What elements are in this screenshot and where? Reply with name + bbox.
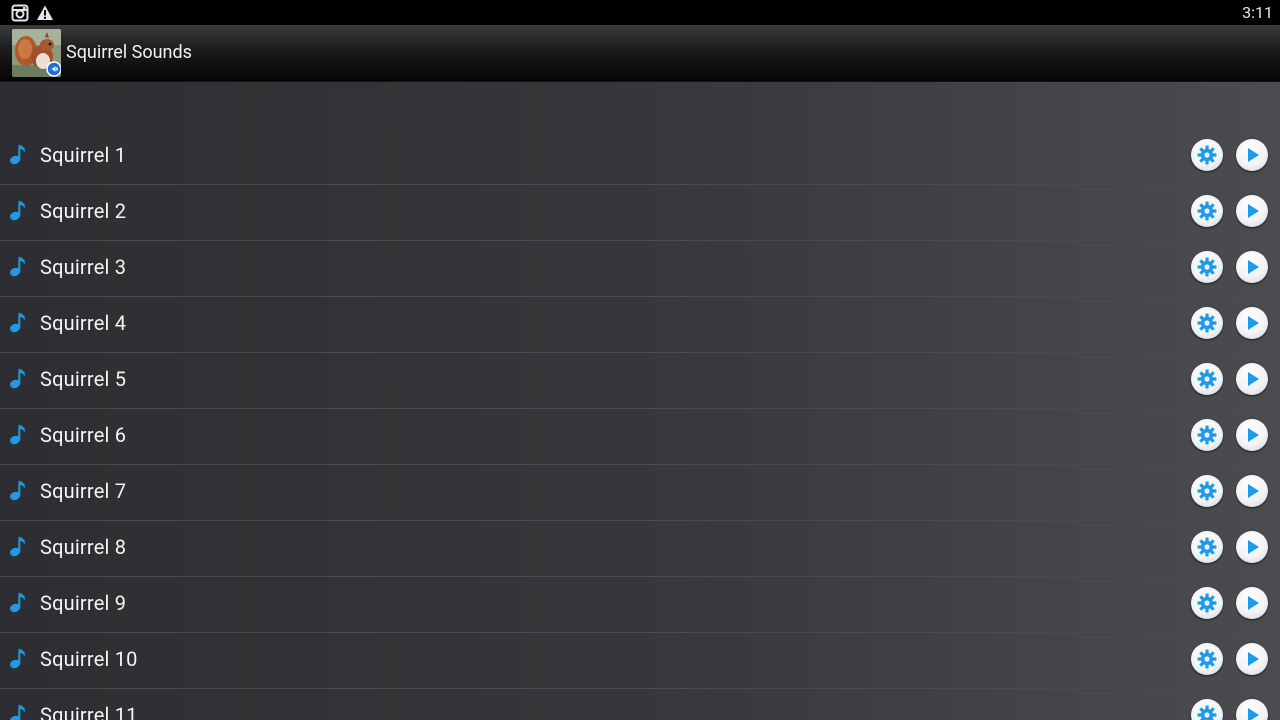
sound-settings-button[interactable] — [1191, 699, 1223, 720]
list-item-11[interactable]: Squirrel 11 — [0, 689, 1280, 720]
list-item-label: Squirrel 10 — [40, 647, 138, 671]
music-note-icon — [10, 257, 26, 277]
music-note-icon — [10, 649, 26, 669]
list-item-9[interactable]: Squirrel 9 — [0, 577, 1280, 633]
sound-list-container[interactable]: Squirrel 1 Squirrel 2 Squirrel 3 Squirre… — [0, 82, 1280, 720]
music-note-icon — [10, 369, 26, 389]
play-button[interactable] — [1236, 419, 1268, 451]
list-item-label: Squirrel 9 — [40, 591, 127, 615]
sound-settings-button[interactable] — [1191, 531, 1223, 563]
sound-settings-button[interactable] — [1191, 419, 1223, 451]
play-button[interactable] — [1236, 307, 1268, 339]
play-icon — [1248, 540, 1259, 554]
play-button[interactable] — [1236, 475, 1268, 507]
list-item-label: Squirrel 7 — [40, 479, 127, 503]
sound-settings-button[interactable] — [1191, 307, 1223, 339]
play-icon — [1248, 428, 1259, 442]
music-note-icon — [10, 537, 26, 557]
list-item-3[interactable]: Squirrel 3 — [0, 241, 1280, 297]
music-note-icon — [10, 425, 26, 445]
play-icon — [1248, 708, 1259, 720]
music-note-icon — [10, 313, 26, 333]
play-button[interactable] — [1236, 251, 1268, 283]
list-item-label: Squirrel 4 — [40, 311, 127, 335]
play-button[interactable] — [1236, 531, 1268, 563]
squirrel-image — [12, 29, 61, 77]
music-note-icon — [10, 593, 26, 613]
list-item-label: Squirrel 2 — [40, 199, 127, 223]
play-icon — [1248, 204, 1259, 218]
list-item-label: Squirrel 6 — [40, 423, 127, 447]
play-icon — [1248, 596, 1259, 610]
action-bar: Squirrel Sounds — [0, 25, 1280, 82]
gear-icon — [1197, 705, 1217, 720]
list-item-1[interactable]: Squirrel 1 — [0, 129, 1280, 185]
music-note-icon — [10, 201, 26, 221]
list-item-label: Squirrel 3 — [40, 255, 127, 279]
sound-settings-button[interactable] — [1191, 195, 1223, 227]
gear-icon — [1197, 649, 1217, 669]
gear-icon — [1197, 145, 1217, 165]
list-item-8[interactable]: Squirrel 8 — [0, 521, 1280, 577]
gear-icon — [1197, 593, 1217, 613]
list-item-7[interactable]: Squirrel 7 — [0, 465, 1280, 521]
music-note-icon — [10, 145, 26, 165]
status-bar: 3:11 — [0, 0, 1280, 25]
sound-settings-button[interactable] — [1191, 643, 1223, 675]
sound-settings-button[interactable] — [1191, 587, 1223, 619]
music-note-icon — [10, 705, 26, 720]
status-time: 3:11 — [1242, 3, 1273, 22]
play-icon — [1248, 372, 1259, 386]
list-item-label: Squirrel 5 — [40, 367, 127, 391]
list-item-10[interactable]: Squirrel 10 — [0, 633, 1280, 689]
warning-icon — [37, 5, 53, 20]
sound-settings-button[interactable] — [1191, 139, 1223, 171]
list-item-label: Squirrel 8 — [40, 535, 127, 559]
list-item-5[interactable]: Squirrel 5 — [0, 353, 1280, 409]
music-note-icon — [10, 481, 26, 501]
play-button[interactable] — [1236, 699, 1268, 720]
play-icon — [1248, 652, 1259, 666]
play-button[interactable] — [1236, 195, 1268, 227]
gear-icon — [1197, 537, 1217, 557]
sound-settings-button[interactable] — [1191, 475, 1223, 507]
play-icon — [1248, 148, 1259, 162]
list-item-label: Squirrel 11 — [40, 703, 138, 720]
gear-icon — [1197, 257, 1217, 277]
gear-icon — [1197, 313, 1217, 333]
sound-list: Squirrel 1 Squirrel 2 Squirrel 3 Squirre… — [0, 129, 1280, 720]
play-button[interactable] — [1236, 363, 1268, 395]
play-icon — [1248, 260, 1259, 274]
list-item-6[interactable]: Squirrel 6 — [0, 409, 1280, 465]
instagram-icon — [11, 4, 29, 22]
list-item-2[interactable]: Squirrel 2 — [0, 185, 1280, 241]
list-item-4[interactable]: Squirrel 4 — [0, 297, 1280, 353]
gear-icon — [1197, 425, 1217, 445]
gear-icon — [1197, 481, 1217, 501]
gear-icon — [1197, 201, 1217, 221]
play-button[interactable] — [1236, 643, 1268, 675]
play-icon — [1248, 316, 1259, 330]
list-item-label: Squirrel 1 — [40, 143, 127, 167]
squirrel-app-icon[interactable] — [12, 29, 61, 77]
gear-icon — [1197, 369, 1217, 389]
play-button[interactable] — [1236, 587, 1268, 619]
app-title: Squirrel Sounds — [66, 42, 192, 63]
play-button[interactable] — [1236, 139, 1268, 171]
sound-settings-button[interactable] — [1191, 251, 1223, 283]
play-icon — [1248, 484, 1259, 498]
sound-settings-button[interactable] — [1191, 363, 1223, 395]
